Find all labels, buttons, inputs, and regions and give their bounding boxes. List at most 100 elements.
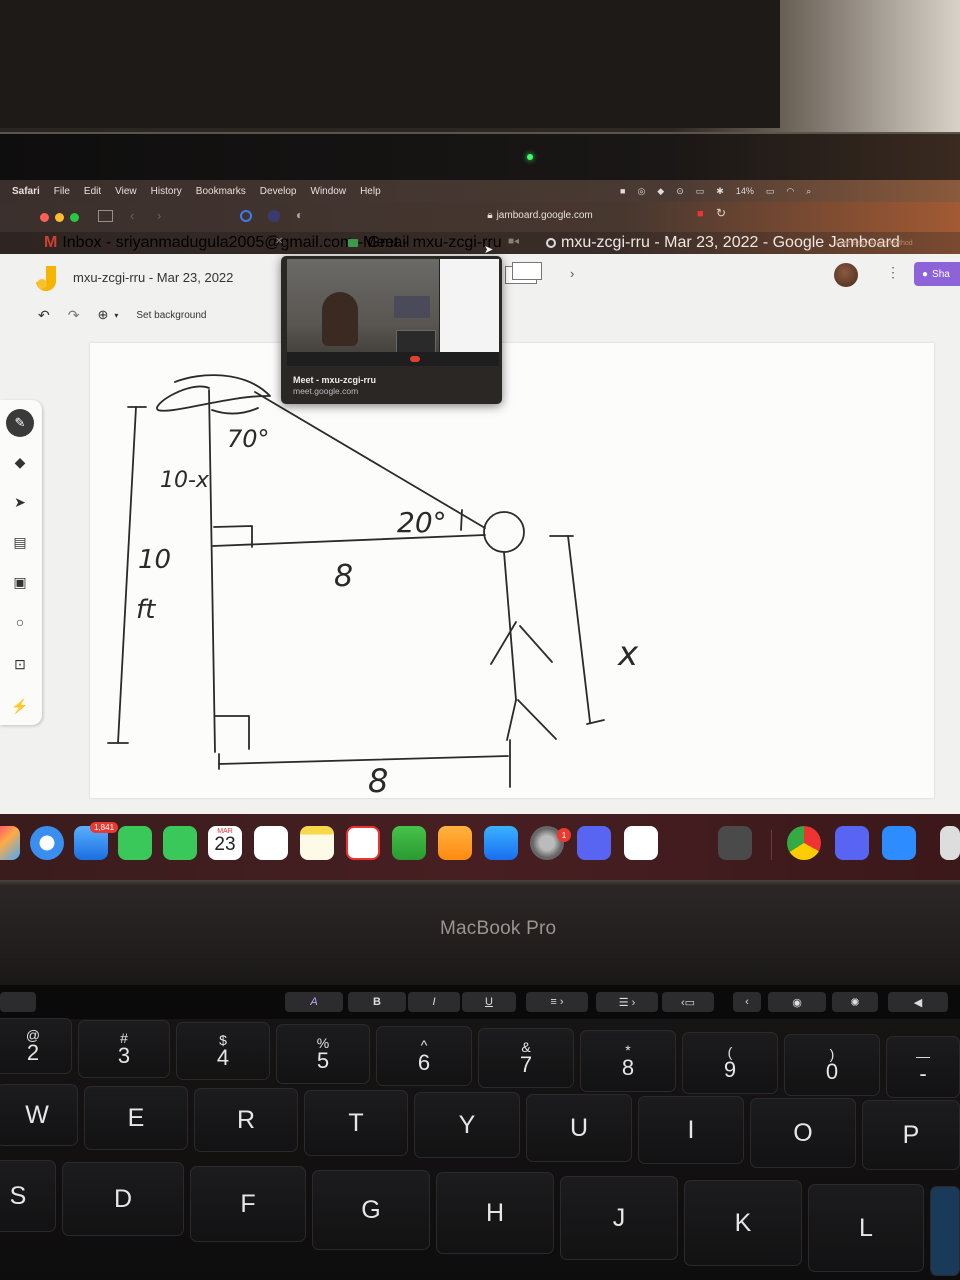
camera-in-use-icon[interactable]: ■ <box>697 208 704 220</box>
reload-icon[interactable]: ↻ <box>716 206 726 220</box>
share-button[interactable]: ● Sha <box>914 262 960 286</box>
launchpad-icon[interactable] <box>0 826 20 860</box>
touchbar-volume-icon[interactable]: ◀ <box>888 992 948 1012</box>
touchbar-keyboard-icon[interactable]: ‹▭ <box>662 992 714 1012</box>
xcode-icon[interactable] <box>718 826 752 860</box>
menu-bookmarks[interactable]: Bookmarks <box>196 186 246 197</box>
touchbar-italic[interactable]: I <box>408 992 460 1012</box>
menu-develop[interactable]: Develop <box>260 186 297 197</box>
finder-window-icon[interactable] <box>940 826 960 860</box>
key-j[interactable]: J <box>560 1176 678 1260</box>
bluetooth-icon[interactable]: ✱ <box>716 186 724 197</box>
key-minus[interactable]: — - <box>886 1036 960 1098</box>
undo-icon[interactable]: ↶ <box>38 307 50 324</box>
key-7[interactable]: & 7 <box>478 1028 574 1088</box>
facetime-icon[interactable] <box>118 826 152 860</box>
zoom-app-icon[interactable] <box>882 826 916 860</box>
key-r[interactable]: R <box>194 1088 298 1152</box>
key-w[interactable]: W <box>0 1084 78 1146</box>
touchbar-bold[interactable]: B <box>348 992 406 1012</box>
key-9[interactable]: (9 <box>682 1032 778 1094</box>
key-i[interactable]: I <box>638 1096 744 1164</box>
messages-icon[interactable] <box>163 826 197 860</box>
shield-icon[interactable]: ◐ <box>296 208 303 222</box>
key-l[interactable]: L <box>808 1184 924 1272</box>
extension-icon[interactable] <box>240 210 252 222</box>
text-box-tool[interactable]: ⊡ <box>4 650 36 678</box>
wifi-icon[interactable]: ◠ <box>786 186 794 197</box>
forward-icon[interactable]: › <box>157 208 161 223</box>
circle-tool[interactable]: ○ <box>4 608 36 636</box>
key-k[interactable]: K <box>684 1180 802 1266</box>
zoom-icon[interactable]: ⊕ <box>97 307 108 323</box>
pages-icon[interactable] <box>438 826 472 860</box>
battery-icon[interactable]: ▭ <box>766 186 775 197</box>
sidebar-toggle-icon[interactable] <box>98 210 113 222</box>
key-t[interactable]: T <box>304 1090 408 1156</box>
key-0[interactable]: ) 0 <box>784 1034 880 1096</box>
key-d[interactable]: D <box>62 1162 184 1236</box>
pen-tool[interactable]: ✎ <box>4 409 36 437</box>
minimize-window-button[interactable] <box>55 213 64 222</box>
menu-window[interactable]: Window <box>311 186 347 197</box>
reminders-icon[interactable] <box>254 826 288 860</box>
app-status-icon[interactable]: ◆ <box>657 186 664 197</box>
creative-cloud-icon[interactable]: ◎ <box>637 186 645 197</box>
menu-file[interactable]: File <box>54 186 70 197</box>
touchbar-font-color[interactable]: A <box>285 992 343 1012</box>
back-icon[interactable]: ‹ <box>130 208 134 223</box>
record-status-icon[interactable]: ⊙ <box>676 186 684 197</box>
sticky-note-tool[interactable]: ▤ <box>4 528 36 556</box>
avatar[interactable] <box>834 263 858 287</box>
display-status-icon[interactable]: ▭ <box>696 186 705 197</box>
more-options-icon[interactable]: ⋮ <box>886 264 900 281</box>
touchbar-underline[interactable]: U <box>462 992 516 1012</box>
address-bar[interactable]: 🔒︎ jamboard.google.com <box>440 206 640 224</box>
key-3[interactable]: #3 <box>78 1020 170 1078</box>
discord-window-icon[interactable] <box>835 826 869 860</box>
touchbar-esc[interactable] <box>0 992 36 1012</box>
next-frame-icon[interactable]: › <box>570 266 574 281</box>
zoom-window-button[interactable] <box>70 213 79 222</box>
tab-other[interactable]: Free Easy Angle Method <box>836 232 913 254</box>
select-tool[interactable]: ➤ <box>4 488 36 516</box>
menu-help[interactable]: Help <box>360 186 381 197</box>
set-background-button[interactable]: Set background <box>136 310 206 321</box>
touchbar-brightness-icon[interactable]: ✺ <box>832 992 878 1012</box>
key-8[interactable]: * 8 <box>580 1030 676 1092</box>
key-2[interactable]: @2 <box>0 1018 72 1074</box>
image-tool[interactable]: ▣ <box>4 568 36 596</box>
eraser-tool[interactable]: ◆ <box>4 448 36 476</box>
touchbar-list-icon[interactable]: ☰ › <box>596 992 658 1012</box>
numbers-icon[interactable] <box>392 826 426 860</box>
menu-app-safari[interactable]: Safari <box>12 186 40 197</box>
menu-view[interactable]: View <box>115 186 137 197</box>
key-f[interactable]: F <box>190 1166 306 1242</box>
battery-percent[interactable]: 14% <box>736 186 754 196</box>
zoom-dropdown-icon[interactable]: ▾ <box>114 311 118 320</box>
key-p[interactable]: P <box>862 1100 960 1170</box>
touchbar-siri-icon[interactable]: ◉ <box>768 992 826 1012</box>
calendar-icon[interactable]: MAR 23 <box>208 826 242 860</box>
jam-canvas[interactable] <box>90 343 934 798</box>
menu-edit[interactable]: Edit <box>84 186 101 197</box>
news-icon[interactable] <box>346 826 380 860</box>
cyberduck-icon[interactable] <box>670 826 704 860</box>
key-5[interactable]: % 5 <box>276 1024 370 1084</box>
spotlight-icon[interactable]: ⌕ <box>806 186 811 197</box>
tab-meet[interactable]: Meet - mxu-zcgi-rru <box>348 232 502 254</box>
laser-tool[interactable]: ⚡ <box>4 692 36 720</box>
menu-history[interactable]: History <box>151 186 182 197</box>
redo-icon[interactable]: ↷ <box>68 307 80 324</box>
app-store-icon[interactable] <box>484 826 518 860</box>
key-semicolon[interactable] <box>930 1186 960 1276</box>
privacy-extension-icon[interactable] <box>268 210 280 222</box>
video-status-icon[interactable]: ■ <box>620 186 625 196</box>
touchbar-collapse-icon[interactable]: ‹ <box>733 992 761 1012</box>
key-e[interactable]: E <box>84 1086 188 1150</box>
key-y[interactable]: Y <box>414 1092 520 1158</box>
chrome-icon[interactable] <box>787 826 821 860</box>
key-h[interactable]: H <box>436 1172 554 1254</box>
slack-icon[interactable] <box>624 826 658 860</box>
discord-icon[interactable] <box>577 826 611 860</box>
